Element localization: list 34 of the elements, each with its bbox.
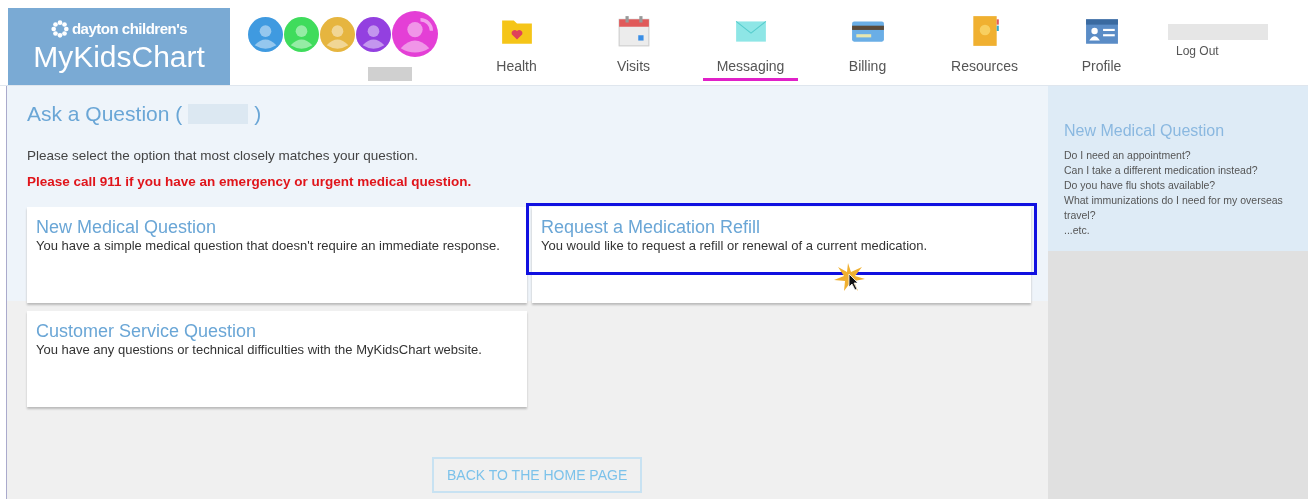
nav-tab[interactable]: Health [494,58,539,81]
logout-link[interactable]: Log Out [1176,44,1268,58]
sidebar-text: What immunizations do I need for my overseas travel? [1064,193,1284,223]
flower-logo-icon [50,19,69,38]
child-avatar[interactable] [392,11,438,57]
child-avatar[interactable] [356,16,391,52]
nav-tab[interactable]: Resources [949,58,1020,81]
click-cursor-icon [832,262,866,292]
redacted-name [368,67,412,81]
card-title: New Medical Question [36,217,218,238]
option-card[interactable]: New Medical Question You have a simple medical question that doesn't require an immediate response. [27,207,527,303]
option-card[interactable]: Customer Service Question You have any questions or technical difficulties with the MyKidsChart website. [27,311,527,407]
instruction-text: Please select the option that most closely matches your question. [27,148,419,163]
page-title: ) [254,102,262,126]
sidebar-text: Do I need an appointment? [1064,148,1192,163]
card-title: Request a Medication Refill [541,217,762,238]
child-avatar[interactable] [248,16,283,52]
sidebar-text: Do you have flu shots available? [1064,178,1217,193]
nav-tab[interactable]: Billing [846,58,889,81]
app-title: MyKidsChart [33,39,205,74]
warning-text: Please call 911 if you have an emergency or urgent medical question. [27,174,473,189]
card-description: You have any questions or technical difficulties with the MyKidsChart website. [36,342,483,357]
brand-name: dayton children's [71,20,188,37]
nav-tab[interactable]: Profile [1079,58,1124,81]
calendar-icon[interactable] [616,14,651,48]
card-description: You have a simple medical question that doesn't require an immediate response. [36,238,501,253]
sidebar-text: ...etc. [1064,223,1091,238]
nav-tab[interactable]: Visits [614,58,653,81]
page-title: Ask a Question ( [27,102,183,126]
card-description: You would like to request a refill or renewal of a current medication. [541,238,929,253]
card-title: Customer Service Question [36,321,258,342]
sidebar-text: Can I take a different medication instead? [1064,163,1259,178]
sidebar-title: New Medical Question [1064,122,1226,140]
nav-tab[interactable]: Messaging [702,58,799,81]
